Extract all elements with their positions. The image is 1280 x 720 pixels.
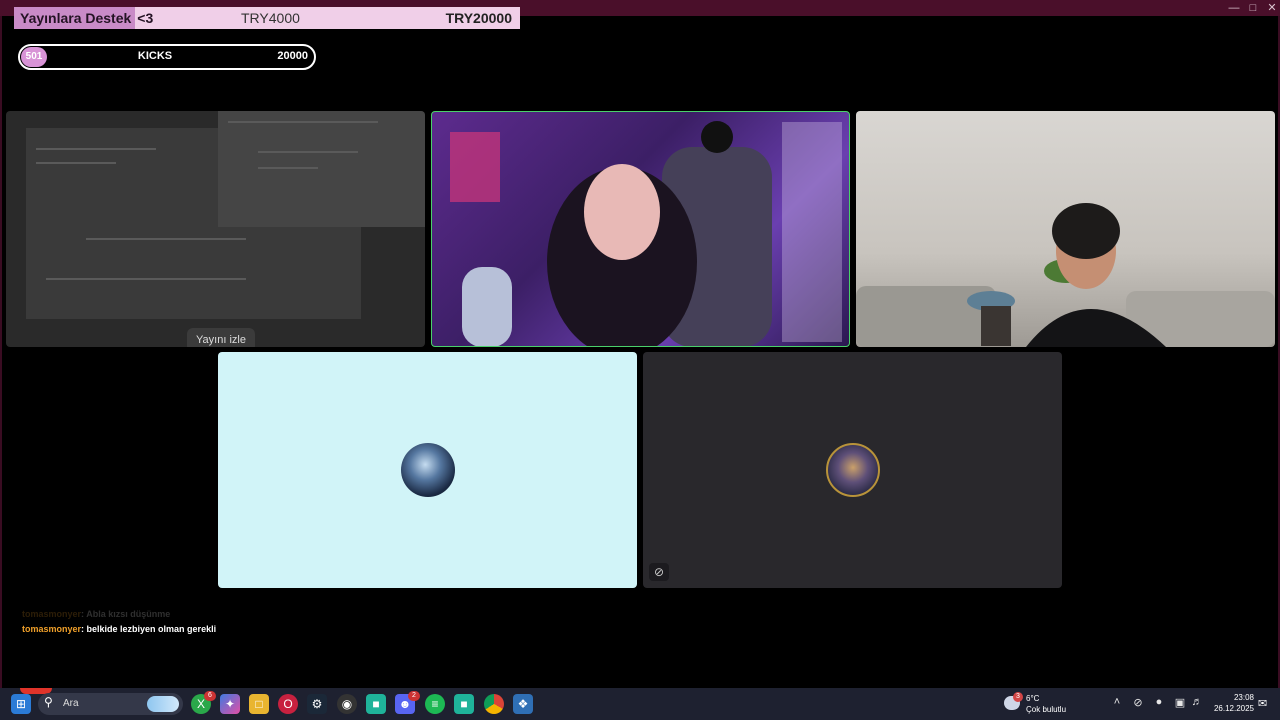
opera-icon[interactable]: O <box>278 694 298 714</box>
camera-feed-image <box>450 121 842 346</box>
chat-username: tomasmonyer <box>22 609 82 619</box>
app-icon[interactable]: ■ <box>366 694 386 714</box>
search-highlight-image <box>147 696 179 712</box>
participant-avatar <box>826 443 880 497</box>
participant-avatar-tile[interactable]: ⊘ <box>643 352 1062 588</box>
chat-username: tomasmonyer <box>22 624 82 634</box>
donation-label: Yayınlara Destek <box>14 7 136 29</box>
weather-badge: 3 <box>1013 692 1023 702</box>
xbox-badge: 6 <box>204 691 216 701</box>
donation-current-amount: TRY4000 <box>241 10 300 26</box>
window-border-left <box>0 16 2 688</box>
chat-overlay: tomasmonyer: Abla kızsı düşünme tomasmon… <box>22 607 216 637</box>
participant-camera-tile[interactable] <box>856 111 1275 347</box>
xbox-icon[interactable]: X6 <box>191 691 216 714</box>
app-icon[interactable]: ■ <box>454 694 474 714</box>
eye-off-icon[interactable]: ⊘ <box>1131 696 1145 709</box>
chat-text: : belkide lezbiyen olman gerekli <box>81 624 217 634</box>
windows-start-icon[interactable]: ⊞ <box>11 694 31 714</box>
microphone-icon[interactable]: ● <box>1152 696 1166 708</box>
minimize-icon[interactable]: — <box>1224 1 1244 15</box>
kicks-goal-pill: 501 KICKS 20000 <box>18 44 316 70</box>
screen-share-tile[interactable]: Yayını izle <box>6 111 425 347</box>
search-icon: ⚲ <box>44 695 53 709</box>
donation-goal-bar: Yayınlara Destek <3 TRY4000 TRY20000 <box>14 7 520 29</box>
taskbar-search[interactable]: ⚲ Ara <box>38 693 183 715</box>
weather-condition: Çok bulutlu <box>1026 705 1067 714</box>
app-icon[interactable]: ❖ <box>513 694 533 714</box>
taskbar-clock[interactable]: 23:08 26.12.2025 <box>1206 692 1254 714</box>
speaker-icon[interactable]: ♬ <box>1190 696 1204 708</box>
maximize-icon[interactable]: □ <box>1243 1 1263 15</box>
donation-goal-amount: TRY20000 <box>445 10 512 26</box>
chat-message: tomasmonyer: belkide lezbiyen olman gere… <box>22 622 216 637</box>
muted-microphone-icon[interactable]: ⊘ <box>649 563 669 581</box>
copilot-icon[interactable]: ✦ <box>220 694 240 714</box>
participant-avatar-tile[interactable] <box>218 352 637 588</box>
kicks-label: KICKS <box>137 50 173 62</box>
clock-date: 26.12.2025 <box>1213 704 1254 713</box>
close-icon[interactable]: ✕ <box>1262 1 1280 15</box>
donation-heart-text: <3 <box>137 10 154 26</box>
participant-camera-tile-speaking[interactable] <box>431 111 850 347</box>
chat-message: tomasmonyer: Abla kızsı düşünme <box>22 607 216 622</box>
weather-widget[interactable]: 3 6°C Çok bulutlu <box>1004 692 1084 715</box>
windows-taskbar: ⊞ ⚲ Ara X6 ✦ □ O ⚙ ◉ ■ ☻ 2 ≡ ■ ❖ 3 6°C Ço… <box>0 688 1280 720</box>
steam-icon[interactable]: ⚙ <box>307 694 327 714</box>
watch-stream-button[interactable]: Yayını izle <box>187 328 255 347</box>
spotify-icon[interactable]: ≡ <box>425 694 445 714</box>
obs-icon[interactable]: ◉ <box>337 694 357 714</box>
weather-temperature: 6°C <box>1026 694 1040 703</box>
discord-icon[interactable]: ☻ 2 <box>395 691 420 714</box>
clock-time: 23:08 <box>1233 693 1254 702</box>
participant-avatar <box>401 443 455 497</box>
screen-share-preview-window <box>218 111 425 227</box>
camera-feed-image <box>856 203 1275 347</box>
file-explorer-icon[interactable]: □ <box>249 694 269 714</box>
chrome-icon[interactable] <box>484 694 504 714</box>
discord-badge: 2 <box>408 691 420 701</box>
search-placeholder: Ara <box>63 698 79 709</box>
notification-bell-icon[interactable]: ✉ <box>1258 697 1267 710</box>
network-icon[interactable]: ▣ <box>1173 696 1187 709</box>
kicks-goal-value: 20000 <box>277 50 308 62</box>
chat-text: : Abla kızsı düşünme <box>81 609 171 619</box>
chevron-up-icon[interactable]: ˄ <box>1110 696 1124 708</box>
